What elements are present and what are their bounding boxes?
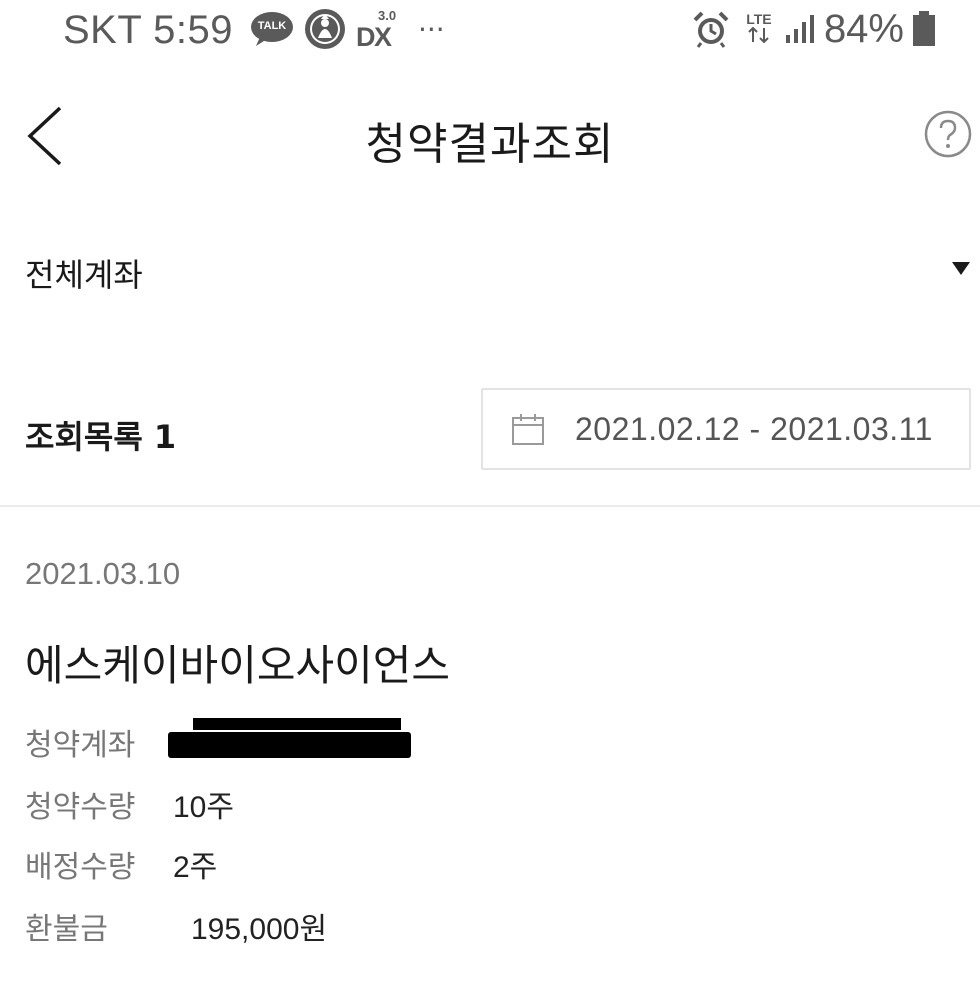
lte-label: LTE — [746, 10, 772, 27]
page-title: 청약결과조회 — [365, 119, 615, 170]
result-item[interactable]: 2021.03.10 에스케이바이오사이언스 청약계좌 청약수량 10주 배정수… — [0, 540, 980, 980]
redacted-account-number — [168, 732, 411, 758]
quantity-value: 10주 — [173, 791, 234, 824]
redacted-account-number-top — [193, 718, 401, 730]
account-selector-label: 전체계좌 — [25, 256, 143, 294]
data-arrows-icon — [748, 26, 769, 43]
divider — [0, 505, 980, 507]
allocated-label: 배정수량 — [25, 850, 136, 885]
starbucks-icon — [304, 8, 346, 50]
allocated-value: 2주 — [173, 851, 218, 884]
account-selector[interactable]: 전체계좌 — [0, 230, 980, 314]
list-count-label: 조회목록 1 — [25, 418, 177, 456]
talk-label: TALK — [257, 20, 287, 32]
account-label: 청약계좌 — [25, 728, 136, 763]
company-name: 에스케이바이오사이언스 — [25, 641, 451, 690]
date-range-picker[interactable]: 2021.02.12 - 2021.03.11 — [481, 388, 971, 470]
battery-percent: 84% — [823, 6, 904, 51]
help-icon — [924, 110, 972, 158]
alarm-icon — [692, 10, 730, 48]
date-range-text: 2021.02.12 - 2021.03.11 — [575, 411, 933, 447]
dx-icon: D X 3.0 — [356, 8, 397, 52]
notification-icons: TALK D X 3.0 ··· — [250, 8, 445, 52]
carrier-time: SKT 5:59 — [63, 8, 234, 52]
signal-icon — [784, 13, 816, 45]
refund-value: 195,000원 — [191, 913, 328, 946]
app-header: 청약결과조회 — [0, 90, 980, 190]
list-header: 조회목록 1 2021.02.12 - 2021.03.11 — [0, 388, 980, 478]
quantity-label: 청약수량 — [25, 790, 136, 825]
talk-icon: TALK — [250, 11, 294, 47]
calendar-icon — [512, 414, 544, 445]
more-icon: ··· — [418, 12, 445, 46]
status-bar: SKT 5:59 TALK D X 3.0 ··· LTE 84% — [0, 0, 980, 62]
system-icons: LTE 84% — [692, 6, 936, 51]
help-button[interactable] — [924, 110, 972, 158]
dropdown-arrow-icon — [952, 262, 970, 275]
dx-badge: 3.0 — [378, 8, 397, 23]
lte-indicator: LTE — [742, 10, 776, 47]
result-date: 2021.03.10 — [25, 556, 181, 591]
battery-icon — [912, 11, 936, 47]
refund-label: 환불금 — [25, 912, 108, 947]
